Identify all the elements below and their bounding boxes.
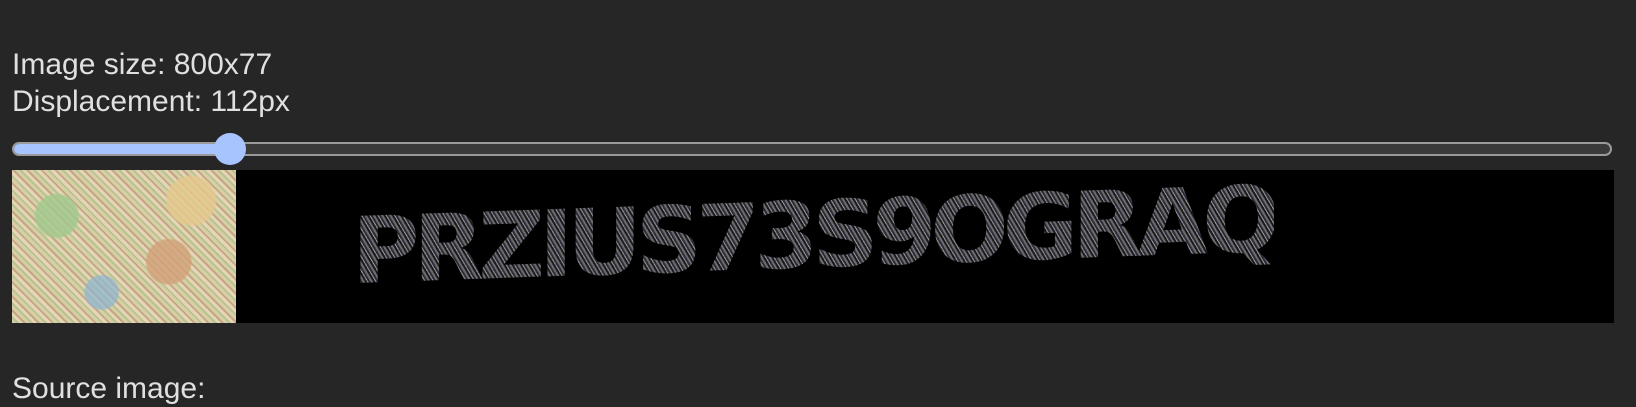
- image-info: Image size: 800x77 Displacement: 112px: [12, 46, 290, 120]
- displacement-label: Displacement: 112px: [12, 85, 290, 118]
- displaced-noise-block: [12, 170, 236, 323]
- slider-fill: [14, 144, 232, 154]
- image-size-label: Image size: 800x77: [12, 48, 273, 81]
- displacement-slider[interactable]: [12, 133, 1612, 165]
- slider-track[interactable]: [12, 142, 1612, 156]
- source-image-label: Source image:: [12, 372, 206, 405]
- captcha-noisy-text: PRZIUS73S9OGRAQ: [352, 170, 1274, 306]
- captcha-canvas: PRZIUS73S9OGRAQ: [12, 170, 1614, 323]
- slider-thumb[interactable]: [214, 133, 246, 165]
